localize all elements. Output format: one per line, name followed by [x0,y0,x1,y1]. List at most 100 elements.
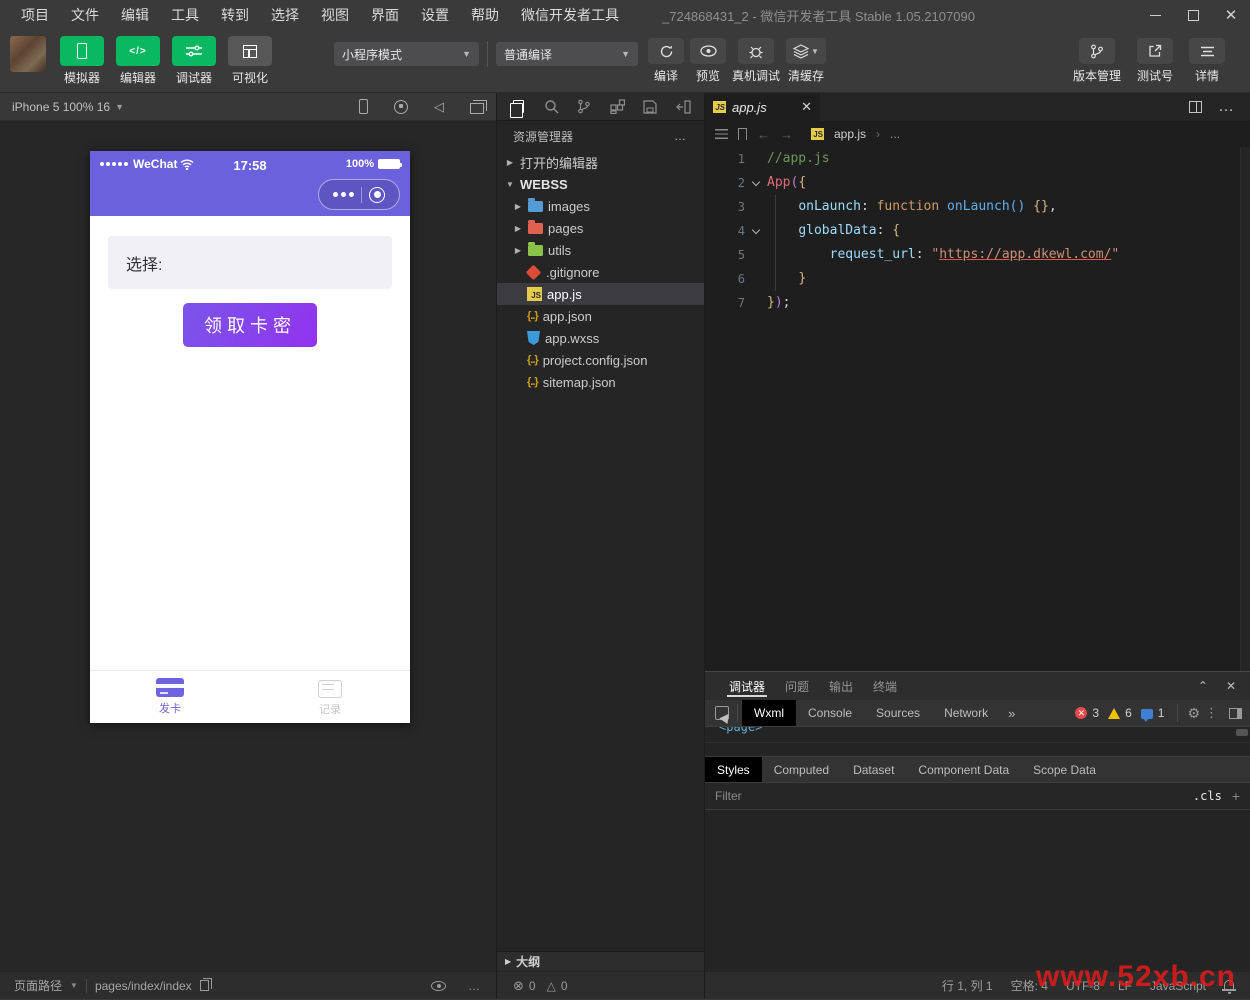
menu-file[interactable]: 文件 [60,5,110,25]
outline-list-icon[interactable] [715,129,728,139]
tab-component-data[interactable]: Component Data [906,757,1021,782]
visualizer-toggle-button[interactable]: 可视化 [226,36,274,86]
file-appjs[interactable]: JSapp.js [497,283,704,305]
tab-output[interactable]: 输出 [819,672,863,700]
fold-icon[interactable] [752,177,760,185]
extensions-icon[interactable] [608,98,626,116]
dom-node-page[interactable]: <page> [719,727,762,734]
menu-settings[interactable]: 设置 [410,5,460,25]
clear-cache-button[interactable]: ▼ 清缓存 [786,38,826,84]
tab-issue-card[interactable]: 发卡 [90,671,250,723]
float-window-icon[interactable] [470,103,484,114]
bookmark-icon[interactable] [738,128,747,140]
menu-select[interactable]: 选择 [260,5,310,25]
inspect-element-icon[interactable] [715,706,729,720]
tab-terminal[interactable]: 终端 [863,672,907,700]
menu-goto[interactable]: 转到 [210,5,260,25]
compile-mode-dropdown[interactable]: 普通编译 ▼ [496,42,638,66]
rotate-device-icon[interactable] [359,99,368,114]
outline-section[interactable]: ▶大纲 [497,951,704,971]
collapse-panel-icon[interactable]: ⌃ [1198,679,1208,693]
breadcrumb-file[interactable]: app.js [834,127,866,141]
message-count[interactable]: 1 [1158,706,1165,720]
menu-interface[interactable]: 界面 [360,5,410,25]
folder-pages[interactable]: ▶pages [497,217,704,239]
folder-utils[interactable]: ▶utils [497,239,704,261]
warning-count[interactable]: 6 [1125,706,1132,720]
problems-summary[interactable]: ⊗ 0 △ 0 [497,971,704,999]
editor-toggle-button[interactable]: </> 编辑器 [114,36,162,86]
file-appjson[interactable]: {..}app.json [497,305,704,327]
files-icon[interactable] [509,98,527,116]
tab-problems[interactable]: 问题 [775,672,819,700]
close-tab-icon[interactable]: ✕ [801,99,812,115]
details-button[interactable]: 详情 [1189,38,1225,84]
menu-edit[interactable]: 编辑 [110,5,160,25]
collapse-sidebar-icon[interactable] [674,98,692,116]
wxml-tree-clipped[interactable]: <page> [705,727,1250,743]
project-root-section[interactable]: ▼WEBSS [497,173,704,195]
minimize-button[interactable] [1136,0,1174,30]
remote-debug-button[interactable]: 真机调试 [732,38,780,84]
tab-dataset[interactable]: Dataset [841,757,906,782]
more-tabs-icon[interactable]: » [1000,706,1023,721]
device-selector[interactable]: iPhone 5 100% 16 [12,100,110,114]
split-editor-icon[interactable] [1189,101,1202,113]
file-projectconfig[interactable]: {..}project.config.json [497,349,704,371]
test-account-button[interactable]: 测试号 [1137,38,1173,84]
minimize-capsule-icon[interactable] [369,187,385,203]
editor-scrollbar[interactable] [1240,147,1250,671]
add-style-icon[interactable]: + [1232,788,1240,804]
folder-images[interactable]: ▶images [497,195,704,217]
sound-icon[interactable]: ◁ [434,99,444,115]
git-icon[interactable] [575,98,593,116]
devtools-tab-console[interactable]: Console [796,700,864,726]
menu-view[interactable]: 视图 [310,5,360,25]
tab-debugger[interactable]: 调试器 [719,672,775,700]
get-card-button[interactable]: 领取卡密 [183,303,317,347]
menu-project[interactable]: 项目 [10,5,60,25]
error-count[interactable]: 3 [1092,706,1099,720]
page-path-selector[interactable]: 页面路径 [14,977,62,994]
tab-records[interactable]: 记录 [250,671,410,723]
close-panel-icon[interactable]: ✕ [1226,679,1236,693]
version-control-button[interactable]: 版本管理 [1073,38,1121,84]
select-field[interactable]: 选择: [108,236,392,289]
compile-button[interactable]: 编译 [648,38,684,84]
preview-button[interactable]: 预览 [690,38,726,84]
kebab-menu-icon[interactable]: ⋮ [1205,705,1218,721]
mode-dropdown[interactable]: 小程序模式 ▼ [334,42,479,66]
explorer-more-icon[interactable]: … [674,129,688,143]
editor-more-icon[interactable]: … [1218,98,1236,116]
cursor-position[interactable]: 行 1, 列 1 [942,977,993,994]
eye-icon[interactable] [431,981,446,991]
more-options-icon[interactable]: … [468,979,482,993]
file-gitignore[interactable]: .gitignore [497,261,704,283]
tab-computed[interactable]: Computed [762,757,841,782]
devtools-tab-network[interactable]: Network [932,700,1000,726]
menu-help[interactable]: 帮助 [460,5,510,25]
more-dots-icon[interactable] [333,192,354,197]
gear-icon[interactable]: ⚙ [1187,705,1200,722]
save-icon[interactable] [641,98,659,116]
simulator-toggle-button[interactable]: 模拟器 [58,36,106,86]
devtools-tab-wxml[interactable]: Wxml [742,700,796,726]
maximize-button[interactable] [1174,0,1212,30]
forward-icon[interactable]: → [780,127,793,142]
record-icon[interactable] [394,100,408,114]
menu-tools[interactable]: 工具 [160,5,210,25]
fold-icon[interactable] [752,225,760,233]
user-avatar[interactable] [10,36,46,72]
search-icon[interactable] [542,98,560,116]
menu-wechat-devtools[interactable]: 微信开发者工具 [510,5,630,25]
dock-side-icon[interactable] [1229,708,1242,719]
tab-scope-data[interactable]: Scope Data [1021,757,1108,782]
wxml-scrollbar[interactable] [1236,729,1248,736]
back-icon[interactable]: ← [757,127,770,142]
devtools-tab-sources[interactable]: Sources [864,700,932,726]
filter-input[interactable] [715,789,1193,803]
open-editors-section[interactable]: ▶打开的编辑器 [497,151,704,173]
tab-styles[interactable]: Styles [705,757,762,782]
copy-icon[interactable] [200,980,209,991]
file-sitemap[interactable]: {..}sitemap.json [497,371,704,393]
